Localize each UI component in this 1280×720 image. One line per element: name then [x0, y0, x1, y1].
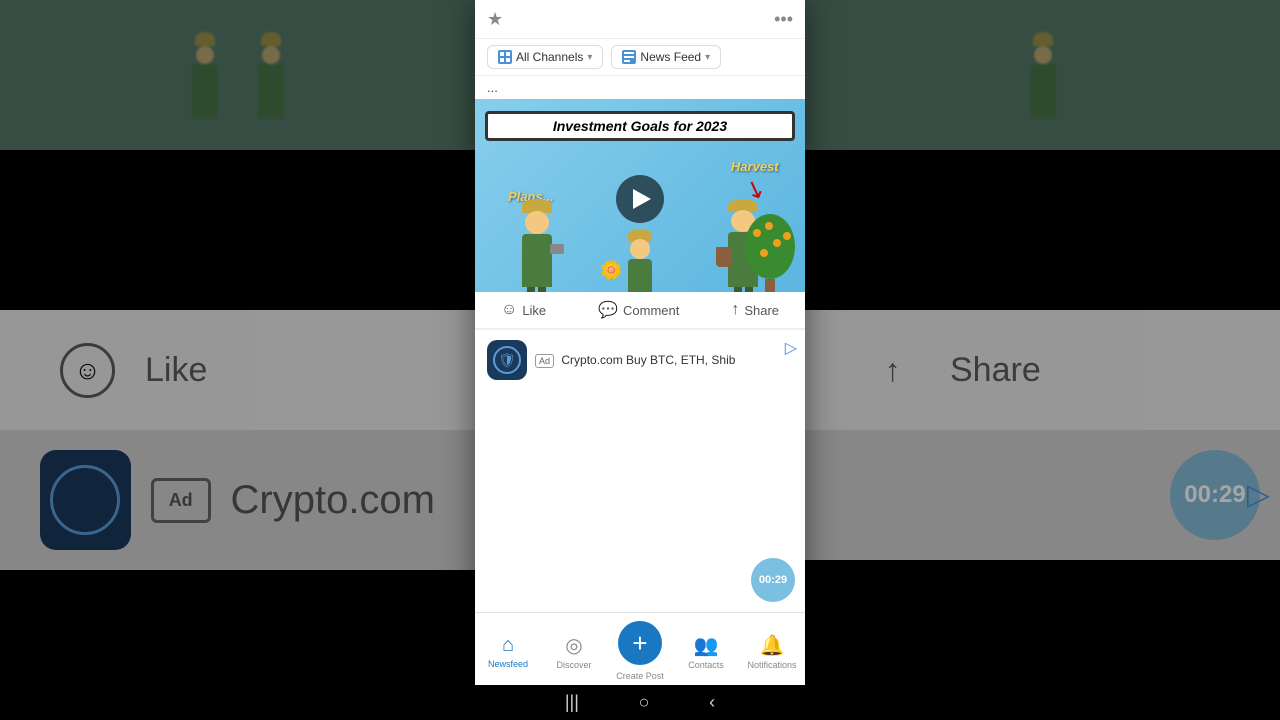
filter-bar: All Channels ▾ News Feed ▾: [475, 39, 805, 76]
all-channels-arrow: ▾: [587, 52, 592, 63]
comment-icon: 💬: [598, 300, 618, 320]
all-channels-filter[interactable]: All Channels ▾: [487, 45, 603, 69]
video-tree: [742, 209, 797, 292]
ad-logo-inner: 🛡: [493, 346, 521, 374]
video-title: Investment Goals for 2023: [485, 111, 795, 141]
nav-item-discover[interactable]: ◎ Discover: [541, 633, 607, 670]
nav-item-newsfeed[interactable]: ⌂ Newsfeed: [475, 634, 541, 669]
video-thumbnail[interactable]: Investment Goals for 2023 Plans... Harve…: [475, 99, 805, 292]
ad-text-content[interactable]: Ad Crypto.com Buy BTC, ETH, Shib: [535, 353, 793, 368]
more-options-icon[interactable]: •••: [774, 9, 793, 30]
system-home-icon[interactable]: ○: [639, 692, 650, 713]
news-feed-arrow: ▾: [705, 52, 710, 63]
share-label: Share: [744, 303, 779, 318]
news-feed-label: News Feed: [640, 50, 701, 64]
ad-play-marker[interactable]: ▷: [785, 338, 797, 358]
video-post[interactable]: Investment Goals for 2023 Plans... Harve…: [475, 99, 805, 292]
video-harvest-label: Harvest: [731, 159, 779, 174]
system-back-icon[interactable]: ‹: [709, 692, 715, 713]
nav-item-notifications[interactable]: 🔔 Notifications: [739, 633, 805, 670]
ad-description: Crypto.com Buy BTC, ETH, Shib: [561, 353, 735, 367]
phone-card: ★ ••• All Channels ▾ News Feed ▾ ... Inv…: [475, 0, 805, 720]
ad-video-area[interactable]: 00:29: [475, 390, 805, 612]
play-button[interactable]: [616, 175, 664, 223]
bottom-nav: ⌂ Newsfeed ◎ Discover + Create Post 👥 Co…: [475, 612, 805, 685]
nav-item-contacts[interactable]: 👥 Contacts: [673, 633, 739, 670]
comment-label: Comment: [623, 303, 679, 318]
system-nav: ||| ○ ‹: [475, 685, 805, 720]
newsfeed-nav-label: Newsfeed: [488, 659, 528, 669]
comment-action[interactable]: 💬 Comment: [598, 300, 679, 320]
discover-nav-label: Discover: [556, 660, 591, 670]
play-triangle-icon: [633, 189, 651, 209]
character-left: [507, 199, 567, 292]
system-menu-icon[interactable]: |||: [565, 692, 579, 713]
news-feed-filter[interactable]: News Feed ▾: [611, 45, 721, 69]
post-actions-bar: ☺ Like 💬 Comment ↑ Share: [475, 292, 805, 329]
all-channels-label: All Channels: [516, 50, 583, 64]
star-icon[interactable]: ★: [487, 9, 503, 30]
like-icon: ☺: [501, 301, 517, 319]
contacts-nav-icon: 👥: [694, 633, 719, 658]
ad-timer: 00:29: [751, 558, 795, 602]
ad-badge: Ad: [535, 354, 554, 368]
contacts-nav-label: Contacts: [688, 660, 724, 670]
ad-logo: 🛡: [487, 340, 527, 380]
like-action[interactable]: ☺ Like: [501, 301, 546, 319]
notifications-nav-label: Notifications: [747, 660, 796, 670]
channels-icon: [498, 50, 512, 64]
like-label: Like: [522, 303, 546, 318]
create-nav-label: Create Post: [616, 671, 664, 681]
newsfeed-nav-icon: ⌂: [502, 634, 514, 657]
share-action[interactable]: ↑ Share: [731, 301, 779, 319]
notifications-nav-icon: 🔔: [760, 633, 785, 658]
ad-section: ▷ 🛡 Ad Crypto.com Buy BTC, ETH, Shib: [475, 329, 805, 390]
discover-nav-icon: ◎: [565, 633, 582, 658]
character-center: [610, 219, 670, 292]
create-post-button[interactable]: +: [618, 621, 662, 665]
background-right: ↑ Share 00:29 ▷: [805, 0, 1280, 720]
top-bar: ★ •••: [475, 0, 805, 39]
nav-item-create[interactable]: + Create Post: [607, 621, 673, 681]
share-icon: ↑: [731, 301, 739, 319]
ellipsis-text: ...: [475, 76, 805, 99]
background-left: ☺ Like Ad Crypto.com: [0, 0, 475, 720]
flower-decoration: 🌼: [600, 260, 622, 281]
newsfeed-icon: [622, 50, 636, 64]
shield-icon: 🛡: [498, 352, 516, 369]
